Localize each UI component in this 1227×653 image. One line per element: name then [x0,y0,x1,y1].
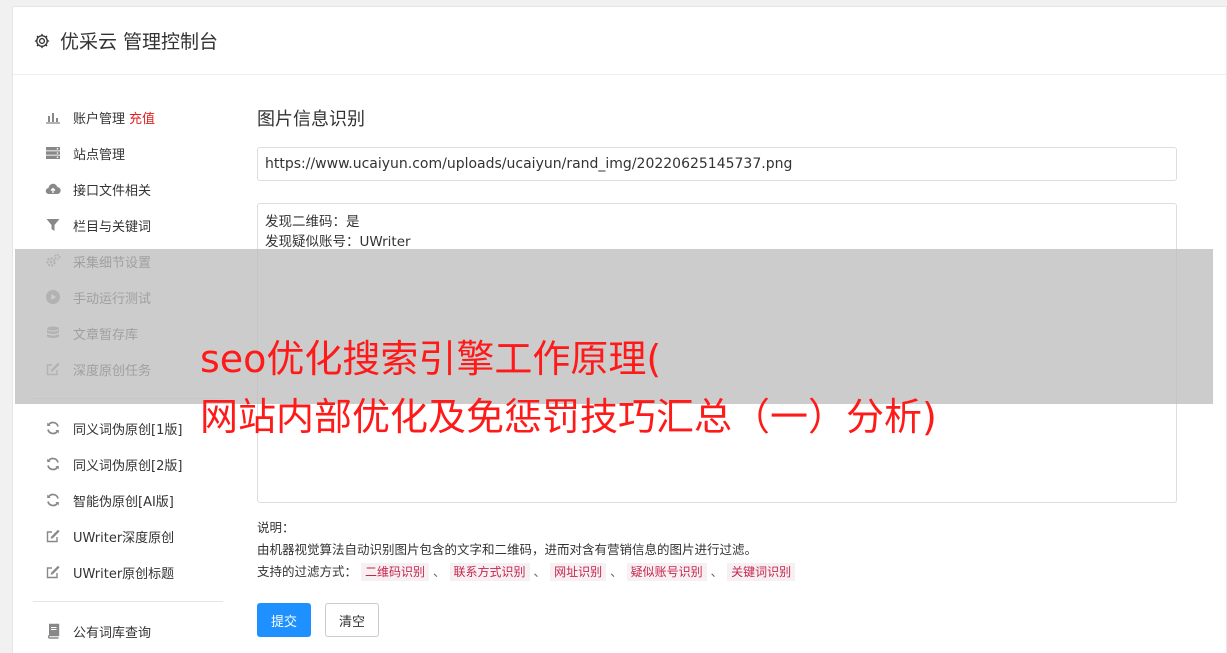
filter-separator: 、 [710,564,724,579]
bar-chart-icon [45,109,61,125]
result-line: 发现二维码：是 [265,214,360,230]
server-icon [45,145,61,161]
sidebar-item[interactable]: UWriter原创标题 [33,554,223,590]
sidebar-item[interactable]: 同义词伪原创[2版] [33,446,223,482]
sidebar-item[interactable]: 站点管理 [33,135,223,171]
sidebar-item[interactable]: 账户管理 充值 [33,99,223,135]
sidebar-item-label: 公有词库查询 [73,625,152,641]
recharge-link[interactable]: 充值 [129,108,155,127]
sidebar-item[interactable]: 公有词库查询 [33,613,223,649]
sidebar-divider [33,601,223,602]
sidebar-item[interactable]: 栏目与关键词 [33,207,223,243]
sidebar-item-label: 站点管理 [73,147,126,163]
filter-separator: 、 [533,564,547,579]
image-url-input[interactable] [257,147,1177,181]
overlay-line-2: 网站内部优化及免惩罚技巧汇总（一）分析) [200,395,937,439]
sidebar-item-label: 同义词伪原创[1版] [73,422,183,438]
cloud-upload-icon [45,181,61,197]
sidebar-item[interactable]: UWriter深度原创 [33,518,223,554]
filter-separator: 、 [433,564,446,579]
section-title: 图片信息识别 [257,109,365,130]
desc-text: 由机器视觉算法自动识别图片包含的文字和二维码，进而对含有营销信息的图片进行过滤。 [257,542,758,557]
sidebar-item-label: 账户管理 [73,111,126,127]
filter-tag: 联系方式识别 [449,563,530,581]
clear-button[interactable]: 清空 [325,603,379,637]
submit-button[interactable]: 提交 [257,603,311,637]
refresh-icon [45,492,61,508]
refresh-icon [45,456,61,472]
sidebar-item-label: 同义词伪原创[2版] [73,458,183,474]
sidebar-item[interactable]: 同义词伪原创[1版] [33,410,223,446]
sidebar-item-label: 接口文件相关 [73,183,152,199]
sidebar-item-label: UWriter原创标题 [73,566,175,582]
filter-tag: 二维码识别 [361,563,430,581]
desc-label: 说明： [257,520,295,535]
filter-icon [45,217,61,233]
filter-tag: 疑似账号识别 [626,563,707,581]
sidebar-item[interactable]: 智能伪原创[AI版] [33,482,223,518]
book-icon [45,623,61,639]
sidebar-item-label: UWriter深度原创 [73,530,175,546]
filter-separator: 、 [610,564,623,579]
refresh-icon [45,420,61,436]
gear-icon [33,32,51,50]
console-header: 优采云 管理控制台 [13,7,1226,75]
overlay-line-1: seo优化搜索引擎工作原理( [200,337,662,381]
main-panel: 图片信息识别 发现二维码：是发现疑似账号：UWriter 说明： 由机器视觉算法… [257,107,1177,637]
description: 说明： 由机器视觉算法自动识别图片包含的文字和二维码，进而对含有营销信息的图片进… [257,517,796,583]
filter-label: 支持的过滤方式： [257,564,358,579]
sidebar-item[interactable]: 接口文件相关 [33,171,223,207]
sidebar-item-label: 智能伪原创[AI版] [73,494,174,510]
sidebar-item-label: 栏目与关键词 [73,219,152,235]
filter-tag: 关键词识别 [727,563,796,581]
edit-icon [45,564,61,580]
edit-icon [45,528,61,544]
page-title: 优采云 管理控制台 [60,31,219,53]
overlay-headline: seo优化搜索引擎工作原理( 网站内部优化及免惩罚技巧汇总（一）分析) [200,330,937,446]
filter-tag: 网址识别 [550,563,607,581]
filter-methods: 支持的过滤方式： 二维码识别、联系方式识别、网址识别、疑似账号识别、关键词识别 [257,561,796,583]
